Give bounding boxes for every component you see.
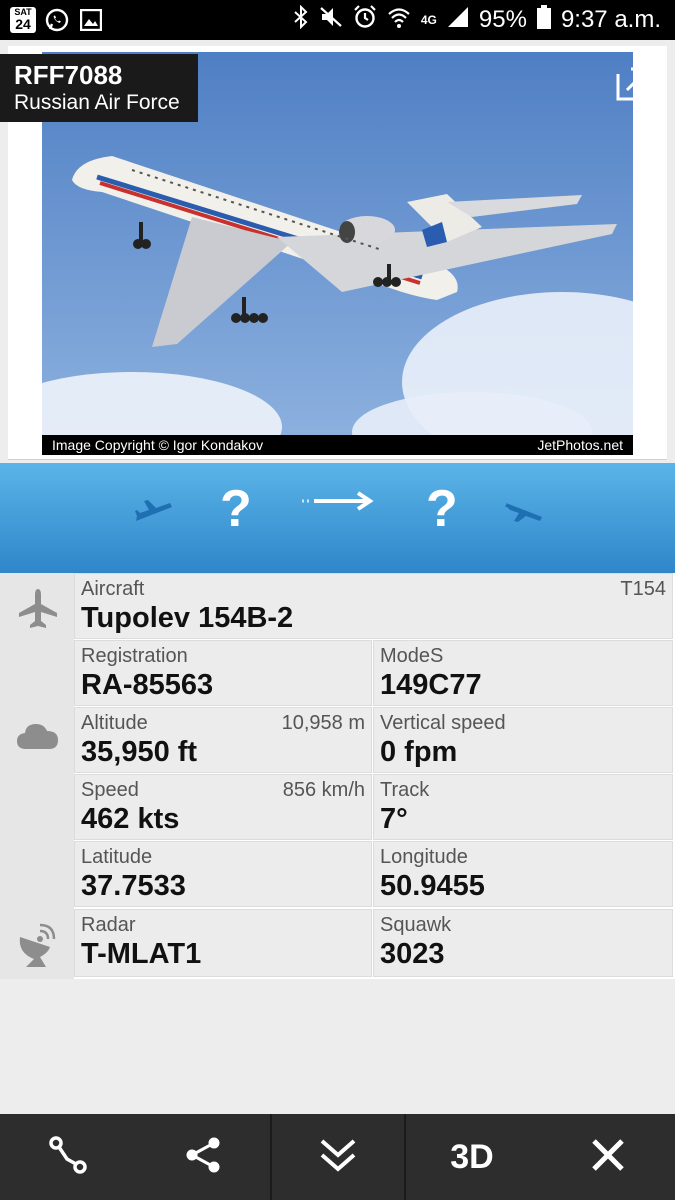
share-button[interactable] — [135, 1114, 270, 1200]
photo-copyright: Image Copyright © Igor Kondakov — [52, 437, 264, 453]
sat24-number: 24 — [15, 16, 31, 32]
whatsapp-icon — [44, 7, 70, 33]
aircraft-cell: Aircraft T154 Tupolev 154B-2 — [74, 573, 673, 639]
arrival-icon — [504, 499, 544, 528]
radar-value: T-MLAT1 — [81, 938, 202, 970]
latitude-value: 37.7533 — [81, 870, 186, 902]
view-3d-button[interactable]: 3D — [406, 1114, 538, 1200]
close-button[interactable] — [540, 1114, 675, 1200]
squawk-cell: Squawk 3023 — [373, 909, 673, 977]
radar-label: Radar — [81, 914, 136, 936]
battery-icon — [536, 4, 551, 36]
squawk-value: 3023 — [380, 938, 445, 970]
track-label: Track — [380, 779, 430, 801]
speed-cell: Speed 856 km/h 462 kts — [74, 774, 372, 840]
bluetooth-icon — [293, 4, 309, 36]
longitude-label: Longitude — [380, 846, 468, 868]
altitude-metric: 10,958 m — [281, 712, 365, 734]
registration-value: RA-85563 — [81, 669, 214, 701]
aircraft-icon — [16, 587, 60, 636]
vertical-speed-label: Vertical speed — [380, 712, 506, 734]
network-type: 4G — [420, 13, 437, 27]
collapse-button[interactable] — [272, 1114, 404, 1200]
modes-value: 149C77 — [380, 669, 482, 701]
squawk-label: Squawk — [380, 914, 452, 936]
altitude-value: 35,950 ft — [81, 736, 198, 768]
close-icon — [590, 1137, 626, 1178]
wifi-icon — [387, 5, 411, 36]
longitude-cell: Longitude 50.9455 — [373, 841, 673, 907]
alarm-icon — [353, 4, 377, 36]
status-bar: SAT 24 4G 95% 9:37 a.m. — [0, 0, 675, 40]
aircraft-type-code: T154 — [620, 578, 666, 600]
speed-value: 462 kts — [81, 803, 180, 835]
departure-icon — [134, 499, 174, 528]
callsign: RFF7088 — [14, 60, 123, 90]
altitude-label: Altitude — [81, 712, 148, 734]
radar-icon — [16, 923, 56, 972]
photo-copyright-bar: Image Copyright © Igor Kondakov JetPhoto… — [42, 435, 633, 455]
track-cell: Track 7° — [373, 774, 673, 840]
latitude-label: Latitude — [81, 846, 153, 868]
modes-cell: ModeS 149C77 — [373, 640, 673, 706]
origin-airport[interactable]: ? — [220, 479, 252, 539]
external-link-icon[interactable] — [615, 66, 651, 107]
registration-label: Registration — [81, 645, 188, 667]
route-bar: ? ? — [0, 463, 675, 573]
photo-source[interactable]: JetPhotos.net — [537, 437, 623, 453]
details-sidebar — [0, 573, 74, 979]
track-value: 7° — [380, 803, 408, 835]
weather-icon — [16, 719, 60, 756]
airline-name: Russian Air Force — [14, 91, 180, 114]
callsign-box: RFF7088 Russian Air Force — [0, 54, 198, 122]
destination-airport[interactable]: ? — [426, 479, 458, 539]
route-icon — [48, 1135, 88, 1180]
share-icon — [183, 1135, 223, 1180]
double-chevron-down-icon — [318, 1135, 358, 1180]
radar-cell: Radar T-MLAT1 — [74, 909, 372, 977]
aircraft-photo-card[interactable]: Image Copyright © Igor Kondakov JetPhoto… — [0, 46, 667, 460]
route-button[interactable] — [0, 1114, 135, 1200]
speed-metric: 856 km/h — [282, 779, 365, 801]
sat24-icon: SAT 24 — [10, 7, 36, 33]
modes-label: ModeS — [380, 645, 444, 667]
latitude-cell: Latitude 37.7533 — [74, 841, 372, 907]
route-arrow-icon — [300, 491, 375, 516]
aircraft-model: Tupolev 154B-2 — [81, 602, 294, 634]
speed-label: Speed — [81, 779, 139, 801]
vertical-speed-cell: Vertical speed 0 fpm — [373, 707, 673, 773]
flight-details: Aircraft T154 Tupolev 154B-2 Registratio… — [0, 573, 675, 979]
mute-icon — [319, 5, 343, 36]
gallery-icon — [78, 7, 104, 33]
clock: 9:37 a.m. — [560, 6, 661, 33]
signal-icon — [447, 5, 469, 36]
registration-cell: Registration RA-85563 — [74, 640, 372, 706]
vertical-speed-value: 0 fpm — [380, 736, 458, 768]
battery-percent: 95% — [478, 6, 527, 33]
bottom-toolbar: 3D — [0, 1114, 675, 1200]
longitude-value: 50.9455 — [380, 870, 485, 902]
aircraft-label: Aircraft — [81, 578, 145, 600]
altitude-cell: Altitude 10,958 m 35,950 ft — [74, 707, 372, 773]
